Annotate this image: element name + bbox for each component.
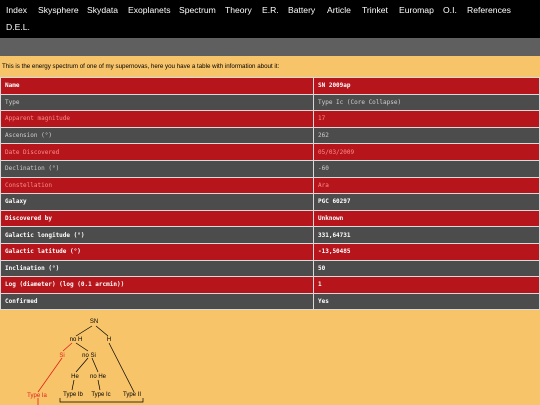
row-key: Galactic latitude (°) [0, 242, 314, 261]
table-row: Confirmed Yes [0, 292, 540, 311]
nav-article[interactable]: Article [327, 5, 351, 15]
table-row: Type Type Ic (Core Collapse) [0, 93, 540, 112]
node-no-si: no Si [82, 353, 96, 359]
row-value: Yes [313, 292, 540, 311]
nav-index[interactable]: Index [6, 5, 27, 15]
header-band [0, 38, 540, 56]
nav-battery[interactable]: Battery [288, 5, 315, 15]
table-row: Declination (°) -60 [0, 159, 540, 178]
row-value: SN 2009ap [313, 77, 540, 95]
nav-del[interactable]: D.E.L. [6, 22, 30, 32]
edge-sn-h [95, 325, 109, 337]
row-value: PGC 60297 [313, 193, 540, 211]
table-row: Log (diameter) (log (0.1 arcmin)) 1 [0, 276, 540, 294]
row-value: 1 [313, 276, 540, 294]
row-key: Inclination (°) [0, 259, 314, 278]
edge-noh-nosi [75, 342, 89, 352]
node-type-ic: Type Ic [91, 392, 110, 398]
edge-he-typeib [71, 379, 75, 391]
table-row: Name SN 2009ap [0, 77, 540, 95]
row-key: Galaxy [0, 193, 314, 211]
supernova-info-table: Name SN 2009ap Type Type Ic (Core Collap… [0, 77, 540, 311]
row-key: Confirmed [0, 292, 314, 311]
node-h: H [107, 337, 111, 343]
row-key: Ascension (°) [0, 126, 314, 145]
edge-h-typeii [108, 342, 135, 393]
table-row: Inclination (°) 50 [0, 259, 540, 278]
row-value: 17 [313, 110, 540, 128]
edge-sn-noh [75, 325, 93, 337]
edge-noh-si [62, 342, 73, 352]
nav-trinket[interactable]: Trinket [362, 5, 388, 15]
row-value: 262 [313, 126, 540, 145]
row-value: -60 [313, 159, 540, 178]
nav-theory[interactable]: Theory [225, 5, 252, 15]
row-value: -13,50485 [313, 242, 540, 261]
row-key: Name [0, 77, 314, 95]
core-collapse-bracket [59, 398, 144, 403]
table-row: Galactic latitude (°) -13,50485 [0, 242, 540, 261]
nav-euromap[interactable]: Euromap [399, 5, 434, 15]
row-key: Date Discovered [0, 143, 314, 161]
table-row: Apparent magnitude 17 [0, 110, 540, 128]
row-key: Discovered by [0, 209, 314, 228]
row-value: 05/03/2009 [313, 143, 540, 161]
row-value: Unknown [313, 209, 540, 228]
edge-nosi-nohe [91, 357, 99, 373]
node-no-h: no H [70, 337, 83, 343]
node-type-ii: Type II [123, 392, 141, 398]
nav-exoplanets[interactable]: Exoplanets [128, 5, 171, 15]
nav-skydata[interactable]: Skydata [87, 5, 118, 15]
row-key: Type [0, 93, 314, 112]
row-value: Ara [313, 176, 540, 195]
node-he: He [71, 374, 79, 380]
edge-si-typeia [37, 357, 63, 393]
node-type-ib: Type Ib [63, 392, 83, 398]
row-value: Type Ic (Core Collapse) [313, 93, 540, 112]
row-key: Constellation [0, 176, 314, 195]
node-no-he: no He [90, 374, 107, 380]
table-row: Ascension (°) 262 [0, 126, 540, 145]
table-row: Date Discovered 05/03/2009 [0, 143, 540, 161]
row-key: Apparent magnitude [0, 110, 314, 128]
nav-er[interactable]: E.R. [262, 5, 279, 15]
table-row: Galactic longitude (°) 331,64731 [0, 226, 540, 244]
node-type-ia: Type Ia [27, 393, 47, 399]
row-value: 50 [313, 259, 540, 278]
node-sn: SN [90, 319, 98, 325]
table-row: Constellation Ara [0, 176, 540, 195]
nav-oi[interactable]: O.I. [443, 5, 457, 15]
row-key: Declination (°) [0, 159, 314, 178]
table-row: Galaxy PGC 60297 [0, 193, 540, 211]
nav-spectrum[interactable]: Spectrum [179, 5, 216, 15]
row-value: 331,64731 [313, 226, 540, 244]
nav-references[interactable]: References [467, 5, 511, 15]
row-key: Log (diameter) (log (0.1 arcmin)) [0, 276, 314, 294]
top-nav: Index Skysphere Skydata Exoplanets Spect… [0, 0, 540, 38]
row-key: Galactic longitude (°) [0, 226, 314, 244]
edge-nohe-typeic [97, 379, 101, 391]
nav-skysphere[interactable]: Skysphere [38, 5, 79, 15]
node-si: Si [59, 353, 64, 359]
table-row: Discovered by Unknown [0, 209, 540, 228]
intro-text: This is the energy spectrum of one of my… [2, 63, 280, 70]
edge-nosi-he [75, 357, 89, 373]
